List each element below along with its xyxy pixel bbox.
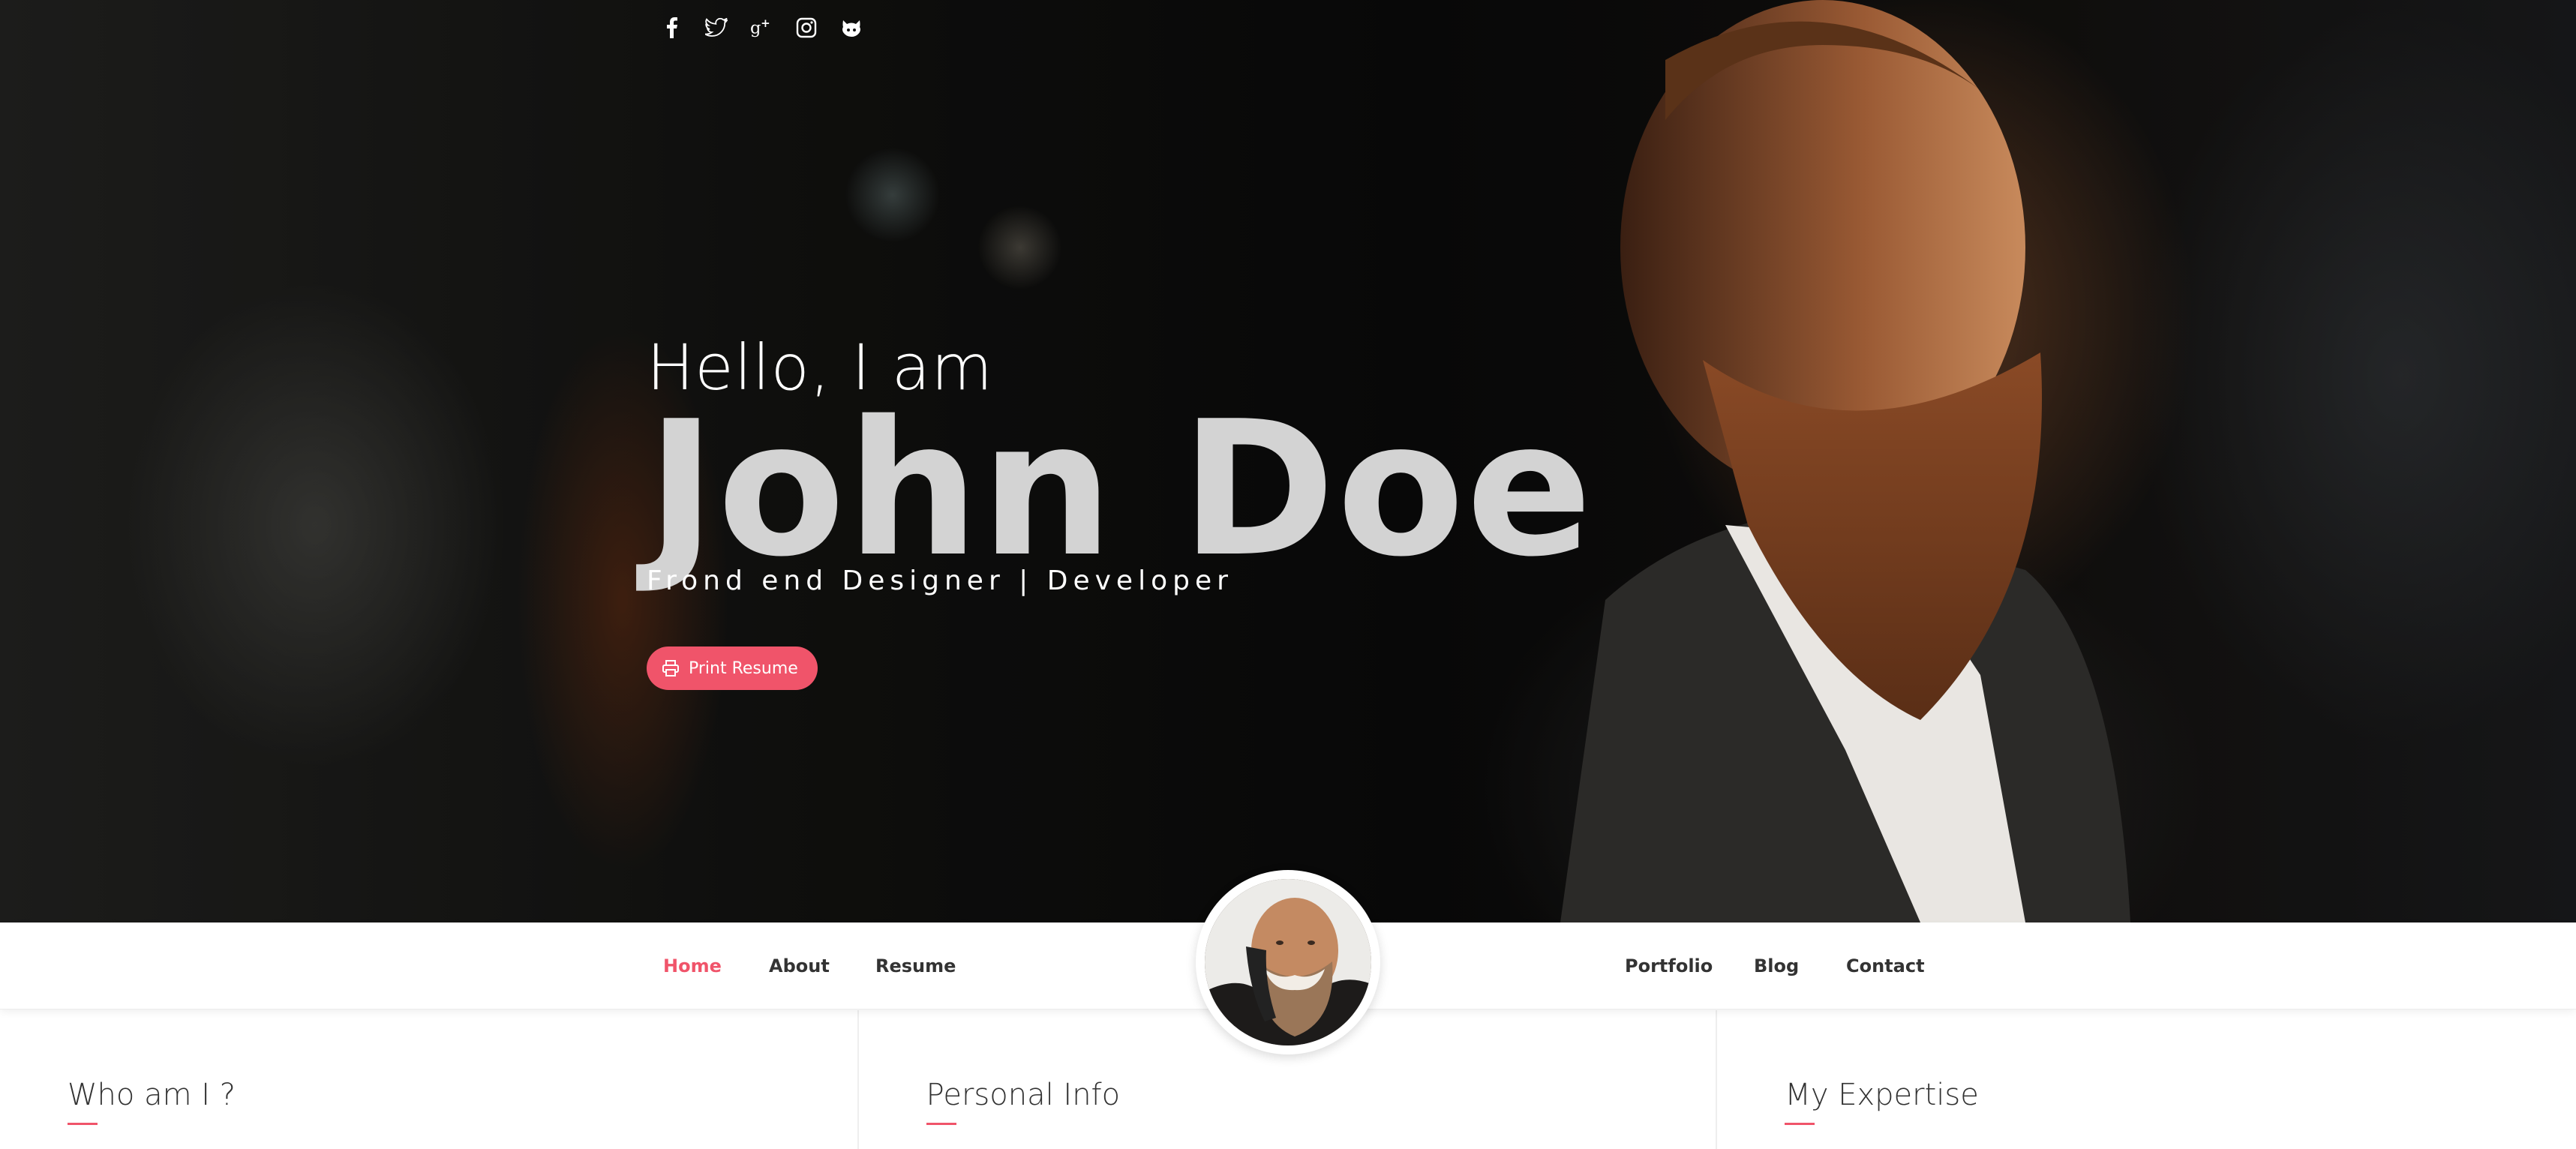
who-am-i-section: Who am I ? xyxy=(0,1010,859,1149)
nav-portfolio[interactable]: Portfolio xyxy=(1625,922,1713,1010)
heading-underline xyxy=(1785,1123,1815,1125)
nav-blog[interactable]: Blog xyxy=(1754,922,1799,1010)
printer-icon xyxy=(662,660,679,676)
nav-about[interactable]: About xyxy=(769,922,830,1010)
who-am-i-heading: Who am I ? xyxy=(68,1078,236,1112)
print-resume-label: Print Resume xyxy=(689,658,798,678)
hero-banner: g + Hello, I am John Doe Frond end Design… xyxy=(0,0,2576,922)
twitter-icon[interactable] xyxy=(705,16,728,39)
hero-name: John Doe xyxy=(647,382,1594,598)
nav-home[interactable]: Home xyxy=(663,922,722,1010)
print-resume-button[interactable]: Print Resume xyxy=(647,646,818,690)
svg-text:g: g xyxy=(750,19,761,38)
personal-info-heading: Personal Info xyxy=(926,1078,1121,1112)
google-plus-icon[interactable]: g + xyxy=(750,16,773,39)
facebook-icon[interactable] xyxy=(660,16,683,39)
nav-contact[interactable]: Contact xyxy=(1846,922,1925,1010)
avatar-image xyxy=(1205,879,1371,1046)
hero-background-portrait xyxy=(1560,0,2130,922)
hero-intro: Hello, I am John Doe Frond end Designer … xyxy=(647,330,1594,596)
svg-text:+: + xyxy=(761,17,770,30)
profile-avatar[interactable] xyxy=(1196,870,1380,1054)
instagram-icon[interactable] xyxy=(795,16,818,39)
my-expertise-heading: My Expertise xyxy=(1785,1078,1979,1112)
heading-underline xyxy=(68,1123,98,1125)
nav-resume[interactable]: Resume xyxy=(875,922,956,1010)
my-expertise-section: My Expertise xyxy=(1717,1010,2576,1149)
github-icon[interactable] xyxy=(840,16,863,39)
heading-underline xyxy=(926,1123,956,1125)
social-links: g + xyxy=(660,16,863,39)
